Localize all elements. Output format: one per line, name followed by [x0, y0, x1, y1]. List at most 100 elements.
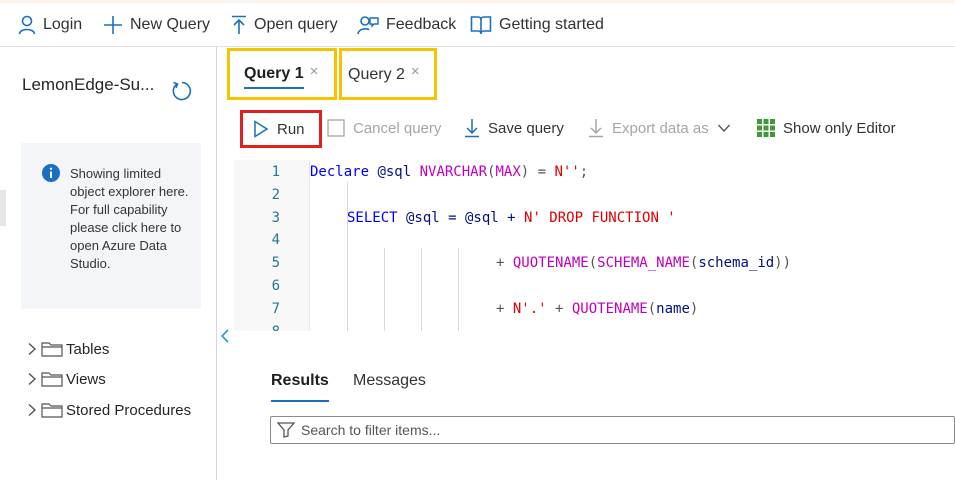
- code-token: SCHEMA_NAME: [597, 255, 690, 271]
- tree-label: Views: [66, 370, 106, 388]
- code-token: @sql = @sql +: [397, 210, 525, 226]
- info-icon: [42, 164, 60, 182]
- close-icon[interactable]: ×: [310, 63, 319, 80]
- code-line-3: SELECT @sql = @sql + N' DROP FUNCTION ': [347, 210, 676, 226]
- code-token: ;: [579, 164, 589, 180]
- tree-label: Tables: [66, 340, 110, 358]
- filter-input[interactable]: Search to filter items...: [270, 416, 955, 444]
- server-name[interactable]: LemonEdge-Su...: [22, 75, 154, 95]
- tree-item-tables[interactable]: Tables: [26, 338, 109, 360]
- save-query-label: Save query: [488, 119, 564, 137]
- show-only-editor-button[interactable]: Show only Editor: [757, 115, 896, 141]
- folder-icon: [41, 403, 63, 418]
- top-stripe: [0, 0, 955, 3]
- login-button[interactable]: Login: [18, 13, 82, 37]
- object-explorer-sidebar: LemonEdge-Su... Showing limited object e…: [0, 47, 217, 480]
- line-number: 7: [271, 301, 280, 317]
- new-query-button[interactable]: New Query: [103, 13, 210, 37]
- tree-item-views[interactable]: Views: [26, 368, 106, 390]
- close-icon[interactable]: ×: [411, 63, 420, 80]
- export-data-label: Export data as: [612, 119, 709, 137]
- cancel-query-button[interactable]: Cancel query: [327, 115, 441, 141]
- code-token: MAX: [495, 164, 521, 180]
- code-token: Declare: [310, 164, 370, 180]
- chevron-right-icon: [28, 342, 37, 356]
- code-token: @sql: [369, 164, 420, 180]
- new-query-label: New Query: [130, 16, 211, 33]
- export-data-button[interactable]: Export data as: [588, 115, 731, 141]
- upload-arrow-icon: [232, 15, 246, 34]
- line-number: 1: [271, 164, 280, 180]
- chevron-down-icon: [717, 124, 730, 133]
- tab-messages[interactable]: Messages: [353, 372, 426, 402]
- getting-started-label: Getting started: [499, 16, 604, 33]
- tab-query-2[interactable]: Query 2 ×: [339, 48, 437, 100]
- indent-guide: [458, 248, 459, 331]
- plus-icon: [104, 16, 122, 34]
- limited-explorer-notice[interactable]: Showing limited object explorer here. Fo…: [21, 143, 201, 309]
- tab-query-1[interactable]: Query 1 ×: [227, 48, 337, 100]
- line-number: 6: [271, 278, 280, 294]
- save-query-button[interactable]: Save query: [464, 115, 564, 141]
- code-line-7: + N'.' + QUOTENAME(name): [496, 301, 698, 317]
- chevron-right-icon: [28, 372, 37, 386]
- sidebar-resize-handle[interactable]: [0, 190, 6, 226]
- line-number: 8: [234, 324, 280, 331]
- play-icon: [254, 120, 269, 138]
- open-query-button[interactable]: Open query: [231, 13, 338, 37]
- folder-icon: [41, 372, 63, 387]
- refresh-icon[interactable]: [171, 80, 193, 107]
- indent-guide: [384, 248, 385, 331]
- code-token: QUOTENAME: [512, 255, 589, 271]
- download-arrow-icon: [589, 119, 603, 138]
- code-token: +: [546, 301, 572, 317]
- code-token: NVARCHAR: [419, 164, 488, 180]
- run-label: Run: [277, 120, 305, 138]
- login-label: Login: [43, 16, 83, 33]
- code-token: ) =: [520, 164, 555, 180]
- line-number: 5: [271, 255, 280, 271]
- filter-icon: [277, 422, 295, 438]
- line-number: 2: [271, 187, 280, 203]
- run-button[interactable]: Run: [240, 110, 322, 148]
- tab-results[interactable]: Results: [271, 372, 329, 402]
- cancel-query-label: Cancel query: [353, 119, 442, 137]
- code-token: (: [647, 301, 657, 317]
- code-editor[interactable]: 1 2 3 4 5 6 7 8 Declare @sql NVARCHAR(MA…: [234, 160, 955, 331]
- open-query-label: Open query: [254, 16, 338, 33]
- code-token: )): [774, 255, 792, 271]
- tab-label: Query 1: [244, 65, 304, 89]
- feedback-label: Feedback: [386, 16, 457, 33]
- code-token: SELECT: [347, 210, 398, 226]
- code-line-5: + QUOTENAME(SCHEMA_NAME(schema_id)): [496, 255, 791, 271]
- code-line-1: Declare @sql NVARCHAR(MAX) = N'';: [310, 164, 588, 180]
- line-number: 3: [271, 210, 280, 226]
- getting-started-button[interactable]: Getting started: [470, 13, 604, 37]
- tree-label: Stored Procedures: [66, 401, 192, 419]
- code-token: +: [496, 255, 513, 271]
- line-number: 4: [271, 232, 280, 248]
- filter-placeholder: Search to filter items...: [301, 422, 441, 438]
- folder-icon: [41, 342, 63, 357]
- code-token: N'': [554, 164, 580, 180]
- collapse-sidebar-icon[interactable]: [219, 328, 231, 349]
- notice-text: Showing limited object explorer here. Fo…: [70, 166, 189, 271]
- code-token: +: [496, 301, 513, 317]
- code-token: (: [588, 255, 598, 271]
- show-only-editor-label: Show only Editor: [783, 119, 896, 137]
- tree-item-stored-procedures[interactable]: Stored Procedures: [26, 399, 191, 421]
- code-token: name: [656, 301, 690, 317]
- download-arrow-icon: [465, 119, 479, 138]
- code-token: N'.': [512, 301, 547, 317]
- indent-guide: [421, 248, 422, 331]
- code-token: schema_id: [698, 255, 775, 271]
- book-icon: [470, 16, 492, 35]
- tab-label: Query 2: [348, 66, 405, 83]
- grid-icon: [757, 119, 775, 137]
- feedback-icon: [357, 16, 379, 35]
- person-icon: [18, 15, 36, 35]
- code-token: ): [689, 301, 699, 317]
- top-toolbar: Login New Query Open query Feedback Gett…: [0, 0, 955, 47]
- feedback-button[interactable]: Feedback: [357, 13, 456, 37]
- stop-icon: [327, 119, 345, 137]
